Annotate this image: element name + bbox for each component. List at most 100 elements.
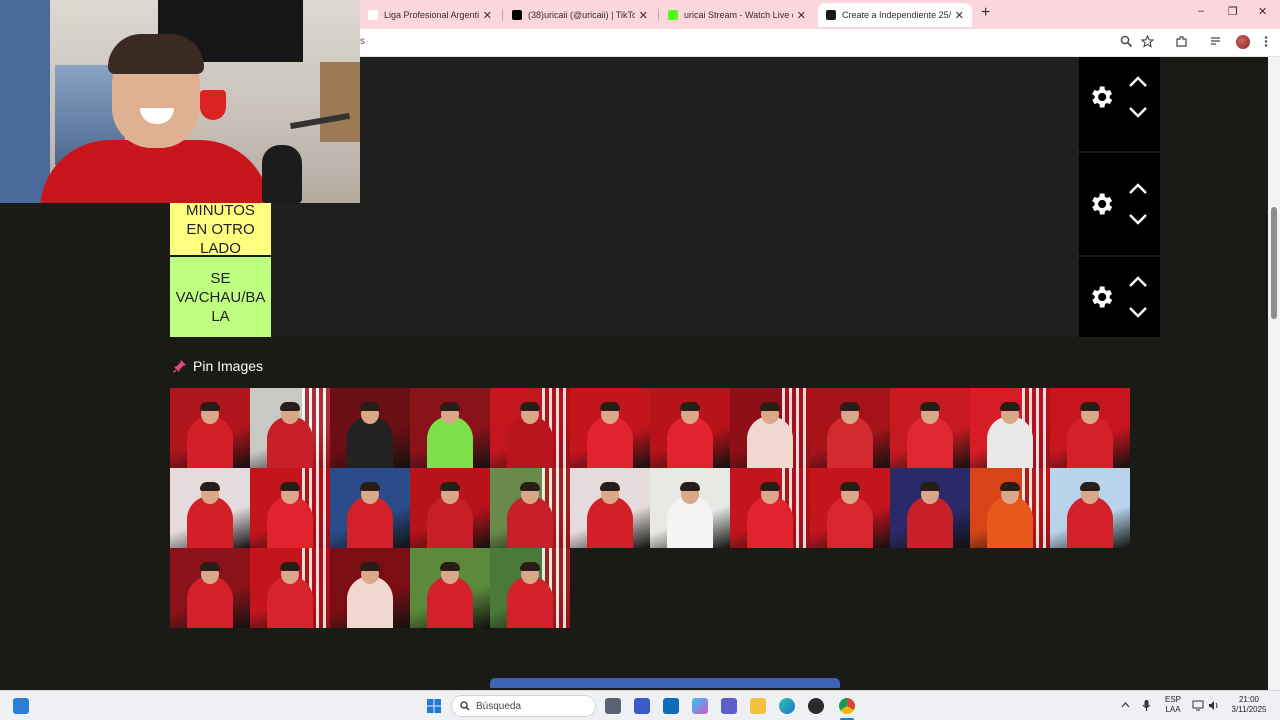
tier-controls xyxy=(1079,153,1160,255)
widgets-icon[interactable] xyxy=(13,698,29,714)
maximize-button[interactable]: ❐ xyxy=(1228,5,1238,18)
chrome-icon[interactable] xyxy=(839,698,855,714)
player-hair xyxy=(1080,482,1100,491)
pin-image-thumbnail[interactable] xyxy=(970,468,1050,548)
chevron-up-icon[interactable] xyxy=(1127,182,1149,196)
page-scrollbar[interactable] xyxy=(1268,57,1280,690)
pin-image-thumbnail[interactable] xyxy=(250,468,330,548)
gear-icon[interactable] xyxy=(1087,283,1115,311)
task-view-icon[interactable] xyxy=(605,698,621,714)
store-icon[interactable] xyxy=(634,698,650,714)
clock-time: 21:00 xyxy=(1238,695,1260,704)
pin-image-thumbnail[interactable] xyxy=(250,388,330,468)
chevron-up-icon[interactable] xyxy=(1121,702,1130,708)
close-icon[interactable]: ✕ xyxy=(483,9,492,22)
webcam-overlay xyxy=(0,0,360,203)
minimize-button[interactable]: – xyxy=(1198,5,1204,17)
tiktok-icon xyxy=(512,10,522,20)
profile-avatar[interactable] xyxy=(1236,35,1250,49)
new-tab-button[interactable]: + xyxy=(981,4,990,22)
chevron-down-icon[interactable] xyxy=(1127,105,1149,119)
pin-image-thumbnail[interactable] xyxy=(490,468,570,548)
bookmark-star-icon[interactable] xyxy=(1141,35,1154,48)
player-hair xyxy=(760,482,780,491)
pin-image-thumbnail[interactable] xyxy=(890,468,970,548)
pin-image-thumbnail[interactable] xyxy=(330,468,410,548)
gear-icon[interactable] xyxy=(1087,83,1115,111)
player-hair xyxy=(200,482,220,491)
tier-controls xyxy=(1079,257,1160,337)
microphone-tray-icon[interactable] xyxy=(1142,699,1151,712)
tab-title: Liga Profesional Argentina - PC xyxy=(384,10,479,20)
browser-toolbar: s xyxy=(360,29,1280,57)
menu-dots-icon[interactable] xyxy=(1262,35,1270,48)
pin-image-thumbnail[interactable] xyxy=(730,468,810,548)
player-hair xyxy=(360,402,380,411)
language-indicator[interactable]: ESP LAA xyxy=(1162,695,1184,715)
pin-image-thumbnail[interactable] xyxy=(490,388,570,468)
media-queue-icon[interactable] xyxy=(1210,35,1223,48)
pin-image-thumbnail[interactable] xyxy=(970,388,1050,468)
pin-image-thumbnail[interactable] xyxy=(330,548,410,628)
pin-image-thumbnail[interactable] xyxy=(410,468,490,548)
pin-image-thumbnail[interactable] xyxy=(650,388,730,468)
player-hair xyxy=(520,482,540,491)
pin-image-thumbnail[interactable] xyxy=(890,388,970,468)
scrollbar-thumb[interactable] xyxy=(1271,207,1277,319)
network-icon[interactable] xyxy=(1192,700,1204,711)
pin-image-thumbnail[interactable] xyxy=(1050,388,1130,468)
outlook-icon[interactable] xyxy=(663,698,679,714)
copilot-icon[interactable] xyxy=(692,698,708,714)
browser-tab-active[interactable]: Create a Independiente 25/25 T ✕ xyxy=(818,3,972,27)
pin-image-thumbnail[interactable] xyxy=(170,468,250,548)
pin-images-header: Pin Images xyxy=(173,358,263,374)
windows-start-icon[interactable] xyxy=(426,698,442,714)
close-icon[interactable]: ✕ xyxy=(797,9,806,22)
pin-image-thumbnail[interactable] xyxy=(650,468,730,548)
chevron-up-icon[interactable] xyxy=(1127,275,1149,289)
file-explorer-icon[interactable] xyxy=(750,698,766,714)
pin-image-thumbnail[interactable] xyxy=(1050,468,1130,548)
tier-drop-zone[interactable] xyxy=(271,257,1079,337)
pin-image-thumbnail[interactable] xyxy=(170,548,250,628)
browser-tab[interactable]: Liga Profesional Argentina - PC ✕ xyxy=(360,3,500,27)
pin-image-thumbnail[interactable] xyxy=(250,548,330,628)
zoom-icon[interactable] xyxy=(1120,35,1133,48)
pin-image-thumbnail[interactable] xyxy=(810,388,890,468)
taskbar-search[interactable]: Búsqueda xyxy=(451,695,596,717)
pin-image-thumbnail[interactable] xyxy=(330,388,410,468)
player-hair xyxy=(520,402,540,411)
pin-image-thumbnail[interactable] xyxy=(170,388,250,468)
edge-icon[interactable] xyxy=(779,698,795,714)
tier-label: SE VA/CHAU/BA LA xyxy=(170,257,271,337)
extensions-icon[interactable] xyxy=(1175,35,1188,48)
gear-icon[interactable] xyxy=(1087,190,1115,218)
pin-image-thumbnail[interactable] xyxy=(410,388,490,468)
pin-image-thumbnail[interactable] xyxy=(570,468,650,548)
player-hair xyxy=(360,482,380,491)
pin-image-thumbnail[interactable] xyxy=(490,548,570,628)
clock-date: 3/11/2025 xyxy=(1231,705,1267,714)
obs-icon[interactable] xyxy=(808,698,824,714)
close-icon[interactable]: ✕ xyxy=(639,9,648,22)
close-window-button[interactable]: ✕ xyxy=(1258,5,1267,18)
chevron-up-icon[interactable] xyxy=(1127,75,1149,89)
pin-image-thumbnail[interactable] xyxy=(810,468,890,548)
address-bar-fragment[interactable]: s xyxy=(360,36,365,47)
teams-icon[interactable] xyxy=(721,698,737,714)
player-hair xyxy=(200,402,220,411)
pin-image-thumbnail[interactable] xyxy=(570,388,650,468)
close-icon[interactable]: ✕ xyxy=(955,9,964,22)
chevron-down-icon[interactable] xyxy=(1127,212,1149,226)
player-hair xyxy=(280,402,300,411)
tier-drop-zone[interactable] xyxy=(271,153,1079,255)
browser-tab[interactable]: (38)uricaii (@uricaii) | TikTok ✕ xyxy=(504,3,656,27)
clock[interactable]: 21:00 3/11/2025 xyxy=(1226,695,1272,715)
pin-image-thumbnail[interactable] xyxy=(730,388,810,468)
chevron-down-icon[interactable] xyxy=(1127,305,1149,319)
tier-drop-zone[interactable] xyxy=(271,57,1079,151)
browser-tab[interactable]: uricai Stream - Watch Live on K ✕ xyxy=(660,3,814,27)
browser-tabstrip: Liga Profesional Argentina - PC ✕ (38)ur… xyxy=(360,0,1280,29)
volume-icon[interactable] xyxy=(1208,700,1220,711)
pin-image-thumbnail[interactable] xyxy=(410,548,490,628)
